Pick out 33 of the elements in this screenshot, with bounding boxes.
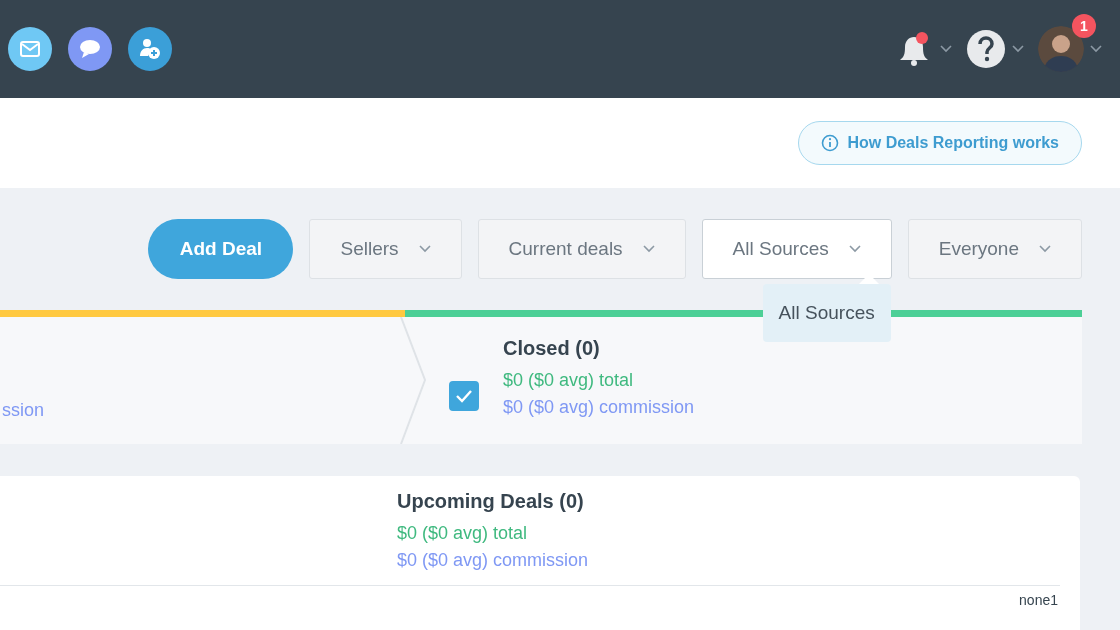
filter-dropdown[interactable]: All Sources bbox=[701, 219, 892, 279]
add-user-icon bbox=[139, 38, 161, 60]
chevron-icon bbox=[940, 45, 952, 53]
total-text: $0 ($0 avg) total bbox=[397, 523, 529, 544]
footer-text: none1 bbox=[1019, 592, 1058, 608]
chevron-icon bbox=[418, 245, 431, 253]
commission-text: ssion bbox=[1, 400, 44, 420]
card-title: Upcoming Deals (0) bbox=[397, 490, 585, 513]
stage-title: Closed (0) bbox=[503, 337, 601, 360]
menu-item[interactable]: All Sources bbox=[778, 302, 875, 324]
chevron-icon bbox=[642, 245, 655, 253]
chevron-icon bbox=[1090, 45, 1102, 53]
checkbox[interactable] bbox=[449, 381, 479, 411]
commission-text: $0 ($0 avg) commission bbox=[397, 550, 590, 571]
filter-dropdown[interactable]: Sellers bbox=[309, 219, 462, 279]
chevron-icon bbox=[1012, 45, 1024, 53]
filter-dropdown[interactable]: Current deals bbox=[477, 219, 686, 279]
info-icon bbox=[821, 134, 840, 152]
filter-dropdown[interactable]: Everyone bbox=[907, 219, 1082, 279]
chevron-icon bbox=[1039, 245, 1051, 253]
total-text: $0 ($0 avg) total bbox=[503, 370, 635, 391]
mail-button[interactable] bbox=[8, 27, 52, 71]
help-link[interactable]: How Deals Reporting works bbox=[798, 121, 1082, 165]
add-deal-button[interactable]: Add Deal bbox=[148, 219, 294, 279]
help-icon[interactable] bbox=[966, 29, 1006, 69]
add-user-button[interactable] bbox=[128, 27, 172, 71]
chat-button[interactable] bbox=[68, 27, 112, 71]
checkmark-icon bbox=[455, 389, 473, 403]
commission-text: $0 ($0 avg) commission bbox=[503, 397, 695, 418]
mail-icon bbox=[20, 41, 40, 57]
chat-icon bbox=[79, 39, 101, 59]
notification-badge: 1 bbox=[1072, 14, 1096, 38]
chevron-icon bbox=[848, 245, 861, 253]
